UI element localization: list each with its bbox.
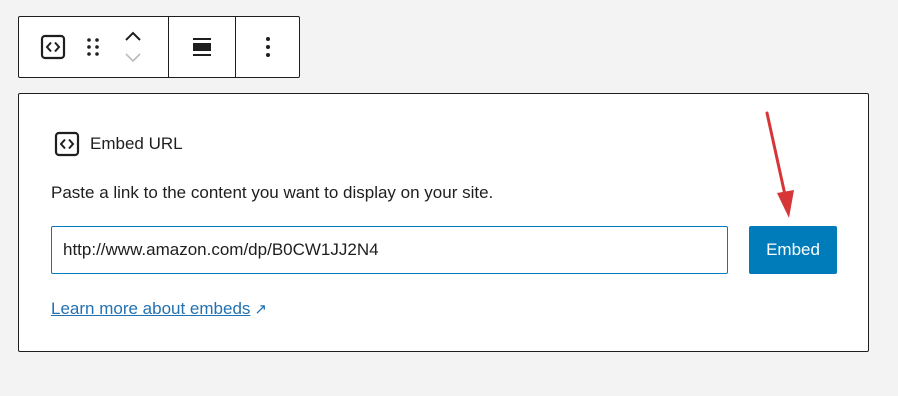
learn-more-link[interactable]: Learn more about embeds ↗ bbox=[51, 299, 267, 319]
toolbar-group-options bbox=[235, 17, 299, 77]
align-button[interactable] bbox=[184, 29, 220, 65]
options-button[interactable] bbox=[250, 29, 286, 65]
toolbar-group-align bbox=[168, 17, 235, 77]
block-toolbar bbox=[18, 16, 300, 78]
embed-title-label: Embed URL bbox=[90, 134, 183, 153]
align-wide-icon bbox=[193, 38, 211, 56]
embed-url-input[interactable] bbox=[51, 226, 728, 274]
block-mover bbox=[115, 23, 151, 71]
more-vertical-icon bbox=[265, 37, 270, 57]
drag-handle-button[interactable] bbox=[75, 29, 111, 65]
drag-handle-icon bbox=[87, 38, 99, 56]
embed-title: Embed URL bbox=[54, 131, 183, 157]
embed-placeholder: Embed URL Paste a link to the content yo… bbox=[18, 93, 869, 352]
chevron-up-icon bbox=[125, 31, 141, 41]
external-link-icon: ↗ bbox=[254, 301, 267, 318]
embed-instructions: Paste a link to the content you want to … bbox=[51, 183, 494, 202]
embed-code-icon bbox=[40, 34, 66, 60]
toolbar-group-block bbox=[19, 17, 168, 77]
chevron-down-icon bbox=[125, 53, 141, 63]
embed-code-icon bbox=[54, 131, 80, 157]
move-down-button[interactable] bbox=[115, 47, 151, 69]
embed-button[interactable]: Embed bbox=[749, 226, 837, 274]
learn-more-label: Learn more about embeds bbox=[51, 299, 251, 318]
move-up-button[interactable] bbox=[115, 25, 151, 47]
block-type-button[interactable] bbox=[35, 29, 71, 65]
editor-canvas: Embed URL Paste a link to the content yo… bbox=[0, 0, 898, 396]
